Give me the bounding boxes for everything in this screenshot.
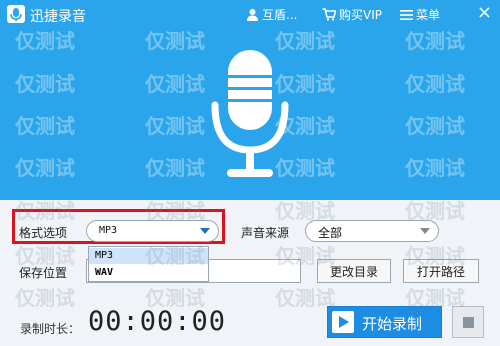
app-title: 迅捷录音 (30, 9, 86, 25)
change-directory-button[interactable]: 更改目录 (317, 259, 391, 283)
format-option-mp3[interactable]: MP3 (89, 248, 208, 264)
menu-button[interactable]: 菜单 (400, 6, 440, 23)
hamburger-icon (400, 9, 413, 20)
format-select-value: MP3 (99, 225, 118, 236)
source-label: 声音来源 (241, 226, 290, 240)
duration-timer: 00:00:00 (88, 306, 227, 337)
stop-icon (463, 317, 474, 328)
title-bar: 迅捷录音 互盾... 购买VIP 菜单 × (0, 0, 500, 30)
chevron-down-icon (420, 228, 430, 234)
open-path-button[interactable]: 打开路径 (403, 259, 479, 283)
chevron-down-icon (200, 228, 210, 234)
stop-button[interactable] (452, 306, 484, 338)
format-label: 格式选项 (19, 226, 68, 240)
format-dropdown-list: MP3 WAV (88, 246, 209, 282)
source-select-value: 全部 (318, 226, 343, 240)
close-icon[interactable]: × (477, 2, 492, 23)
source-select[interactable]: 全部 (305, 220, 439, 242)
format-option-wav[interactable]: WAV (89, 265, 208, 281)
buy-vip-button[interactable]: 购买VIP (322, 6, 382, 23)
user-label: 互盾... (262, 8, 298, 22)
app-logo-icon (7, 5, 25, 23)
vip-label: 购买VIP (339, 8, 382, 22)
play-icon (332, 311, 354, 333)
hero-area (0, 0, 500, 200)
start-recording-label: 开始录制 (362, 315, 423, 333)
duration-label: 录制时长： (20, 322, 81, 336)
save-location-label: 保存位置 (19, 266, 68, 280)
user-icon (247, 9, 258, 21)
menu-label: 菜单 (416, 8, 441, 22)
user-account-button[interactable]: 互盾... (246, 6, 297, 23)
cart-icon (322, 8, 336, 21)
format-select[interactable]: MP3 (86, 220, 219, 242)
start-recording-button[interactable]: 开始录制 (327, 306, 442, 338)
microphone-icon (211, 50, 289, 177)
